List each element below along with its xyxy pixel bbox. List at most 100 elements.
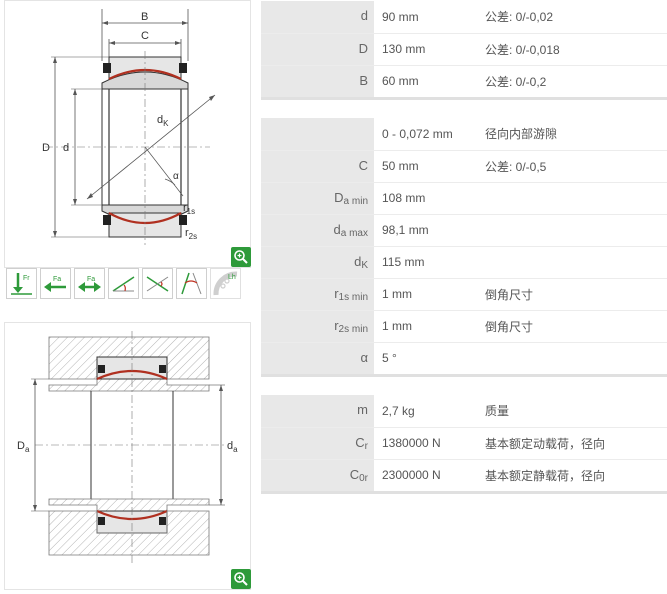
zoom-bottom-button[interactable] xyxy=(231,569,251,589)
row-label-main: d xyxy=(360,8,368,24)
row-note xyxy=(485,245,667,278)
row-value: 115 mm xyxy=(374,245,485,278)
row-label-sub: a min xyxy=(343,195,368,207)
table-row: C0r 2300000 N 基本额定静载荷，径向 xyxy=(261,458,667,491)
table-row: B 60 mm 公差: 0/-0,2 xyxy=(261,64,667,97)
label-Da-sub: a xyxy=(25,445,30,454)
row-label-main: C xyxy=(349,466,360,482)
zoom-top-button[interactable] xyxy=(231,247,251,267)
row-value: 98,1 mm xyxy=(374,213,485,246)
label-B: B xyxy=(141,11,148,23)
svg-text:da: da xyxy=(227,440,238,454)
row-value: 108 mm xyxy=(374,181,485,214)
row-note: 公差: 0/-0,018 xyxy=(485,32,667,65)
row-label: m xyxy=(261,395,374,427)
row-label-main: C xyxy=(355,434,365,450)
row-label: C xyxy=(261,149,374,182)
row-label-sub: K xyxy=(361,259,368,271)
row-label-main: C xyxy=(358,157,368,173)
table-row: α 5 ° xyxy=(261,341,667,374)
svg-text:r2s: r2s xyxy=(185,227,197,241)
row-label-sub: 2s min xyxy=(338,323,368,335)
row-label xyxy=(261,118,374,150)
bearing-dimension-drawing: B C D d dK α r1s r2s xyxy=(4,0,251,268)
row-label: dK xyxy=(261,245,374,278)
row-note: 质量 xyxy=(485,404,510,419)
mounting-section-svg: Da da xyxy=(17,331,238,563)
row-label-main: α xyxy=(360,349,368,365)
table-row: D 130 mm 公差: 0/-0,018 xyxy=(261,32,667,65)
row-label: Da min xyxy=(261,181,374,214)
row-value: 1 mm xyxy=(374,277,485,310)
row-label-main: D xyxy=(358,40,368,56)
table-row: C 50 mm 公差: 0/-0,5 xyxy=(261,149,667,182)
label-Da: D xyxy=(17,440,25,452)
parameters-table: 0 - 0,072 mm 径向内部游隙 C 50 mm 公差: 0/-0,5 Da min… xyxy=(261,118,667,374)
table-divider xyxy=(261,491,667,494)
row-label-sub: 0r xyxy=(359,472,368,484)
table-row: Cr 1380000 N 基本额定动载荷，径向 xyxy=(261,426,667,459)
row-label: da max xyxy=(261,213,374,246)
tilt-angle-icon[interactable] xyxy=(108,268,139,299)
magnifier-icon xyxy=(234,250,248,264)
svg-text:Fa: Fa xyxy=(53,276,61,283)
label-alpha: α xyxy=(173,171,179,182)
row-label-main: D xyxy=(334,189,344,205)
row-label: B xyxy=(261,64,374,97)
row-value: 2,7 kg xyxy=(382,403,415,418)
row-label-main: m xyxy=(357,402,368,418)
row-note xyxy=(485,181,667,214)
row-value: 50 mm xyxy=(374,149,485,182)
row-label-sub: r xyxy=(364,440,368,452)
row-note: 公差: 0/-0,5 xyxy=(485,149,667,182)
table-row: r2s min 1 mm 倒角尺寸 xyxy=(261,309,667,342)
row-note: 公差: 0/-0,2 xyxy=(485,64,667,97)
label-r2s-sub: 2s xyxy=(189,232,197,241)
label-da-sub: a xyxy=(233,445,238,454)
row-label: C0r xyxy=(261,458,374,491)
misalignment-icon[interactable] xyxy=(142,268,173,299)
row-note: 公差: 0/-0,02 xyxy=(485,10,554,25)
row-value: 90 mm xyxy=(382,9,419,24)
row-note: 倒角尺寸 xyxy=(485,309,667,342)
label-r1s-sub: 1s xyxy=(187,207,195,216)
swivel-icon[interactable] xyxy=(176,268,207,299)
svg-text:dK: dK xyxy=(157,114,169,128)
row-label: Cr xyxy=(261,426,374,459)
label-D: D xyxy=(42,142,50,154)
row-label-sub: 1s min xyxy=(338,291,368,303)
label-d: d xyxy=(63,142,69,154)
row-value: 5 ° xyxy=(374,341,485,374)
lubrication-icon[interactable]: Lh xyxy=(210,268,241,299)
table-divider xyxy=(261,374,667,377)
table-divider xyxy=(261,97,667,100)
dimensions-table: d 90 mm 公差: 0/-0,02 D 130 mm 公差: 0/-0,018 B 60 … xyxy=(261,1,667,97)
row-label-main: d xyxy=(333,221,341,237)
row-note xyxy=(485,213,667,246)
mounting-dimension-drawing: Da da xyxy=(4,322,251,590)
svg-text:r1s: r1s xyxy=(183,202,195,216)
row-label: D xyxy=(261,32,374,65)
row-label: r2s min xyxy=(261,309,374,342)
table-row: Da min 108 mm xyxy=(261,181,667,214)
label-C: C xyxy=(141,30,149,42)
table-row: m 2,7 kg 质量 xyxy=(261,395,667,427)
row-label: r1s min xyxy=(261,277,374,310)
svg-text:Da: Da xyxy=(17,440,30,454)
row-label-main: B xyxy=(359,72,368,88)
svg-text:Fr: Fr xyxy=(23,275,30,282)
axial-load-left-icon[interactable]: Fa xyxy=(40,268,71,299)
svg-text:Lh: Lh xyxy=(228,274,236,281)
row-value: 1 mm xyxy=(374,309,485,342)
row-note: 倒角尺寸 xyxy=(485,277,667,310)
row-label: d xyxy=(261,1,374,33)
radial-load-icon[interactable]: Fr xyxy=(6,268,37,299)
row-note: 基本额定动载荷，径向 xyxy=(485,426,667,459)
row-value: 0 - 0,072 mm xyxy=(382,126,453,141)
table-row: dK 115 mm xyxy=(261,245,667,278)
svg-text:Fa: Fa xyxy=(87,276,95,283)
row-note: 基本额定静载荷，径向 xyxy=(485,458,667,491)
table-row: da max 98,1 mm xyxy=(261,213,667,246)
row-label: α xyxy=(261,341,374,374)
axial-load-both-icon[interactable]: Fa xyxy=(74,268,105,299)
